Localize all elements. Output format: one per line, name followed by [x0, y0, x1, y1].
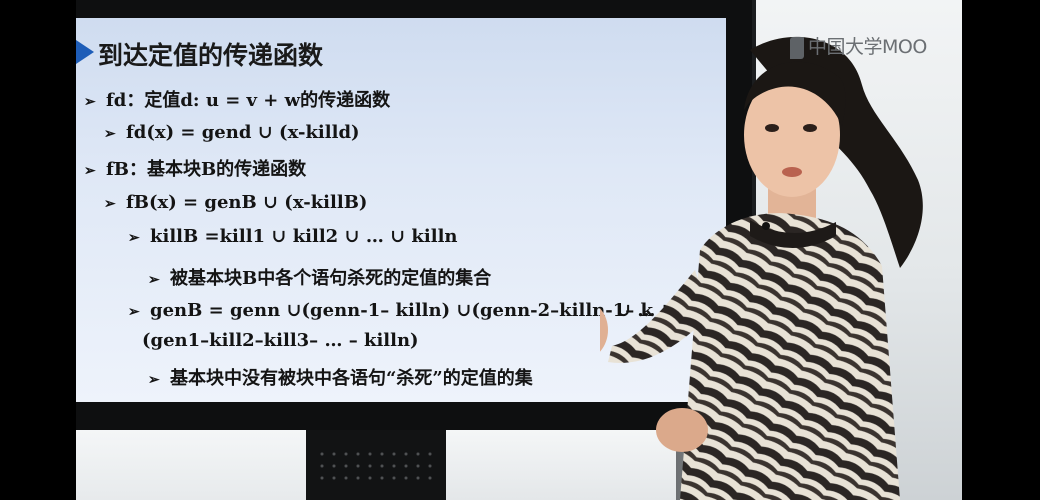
- monitor-stand: [306, 430, 446, 500]
- slide-line-9: ➢ 基本块中没有被块中各语句“杀死”的定值的集: [148, 368, 533, 389]
- bullet-arrow-icon: ➢: [148, 372, 160, 388]
- letterbox-right: [962, 0, 1040, 500]
- video-frame: 到达定值的传递函数 ➢ fd：定值d: u = v + w的传递函数 ➢ fd(…: [0, 0, 1040, 500]
- slide-line-2: ➢ fd(x) = gend ∪ (x-killd): [104, 122, 360, 143]
- bullet-arrow-icon: ➢: [84, 163, 96, 179]
- bullet-arrow-icon: ➢: [148, 272, 160, 288]
- logo-mark-icon: [790, 36, 804, 59]
- slide-line-6: ➢ 被基本块B中各个语句杀死的定值的集合: [148, 268, 492, 289]
- slide-line-1: ➢ fd：定值d: u = v + w的传递函数: [84, 90, 391, 111]
- bullet-arrow-icon: ➢: [104, 126, 116, 142]
- slide-line-7: ➢ genB = genn ∪(genn-1– killn) ∪(genn-2–…: [128, 300, 653, 321]
- mooc-logo: 中国大学MOO: [790, 32, 927, 59]
- slide-line-3: ➢ fB：基本块B的传递函数: [84, 159, 307, 180]
- slide-line-5: ➢ killB =kill1 ∪ kill2 ∪ … ∪ killn: [128, 226, 458, 247]
- slide-line-8: (gen1–kill2–kill3– … – killn): [142, 330, 419, 351]
- presenter: [600, 36, 923, 500]
- title-arrow-icon: [76, 40, 94, 64]
- slide-title: 到达定值的传递函数: [98, 41, 324, 70]
- bullet-arrow-icon: ➢: [104, 196, 116, 212]
- desk-surface-left: [76, 430, 306, 500]
- bullet-arrow-icon: ➢: [128, 230, 140, 246]
- letterbox-left: [0, 0, 76, 500]
- bullet-arrow-icon: ➢: [128, 304, 140, 320]
- bullet-arrow-icon: ➢: [84, 94, 96, 110]
- slide-line-4: ➢ fB(x) = genB ∪ (x-killB): [104, 192, 368, 213]
